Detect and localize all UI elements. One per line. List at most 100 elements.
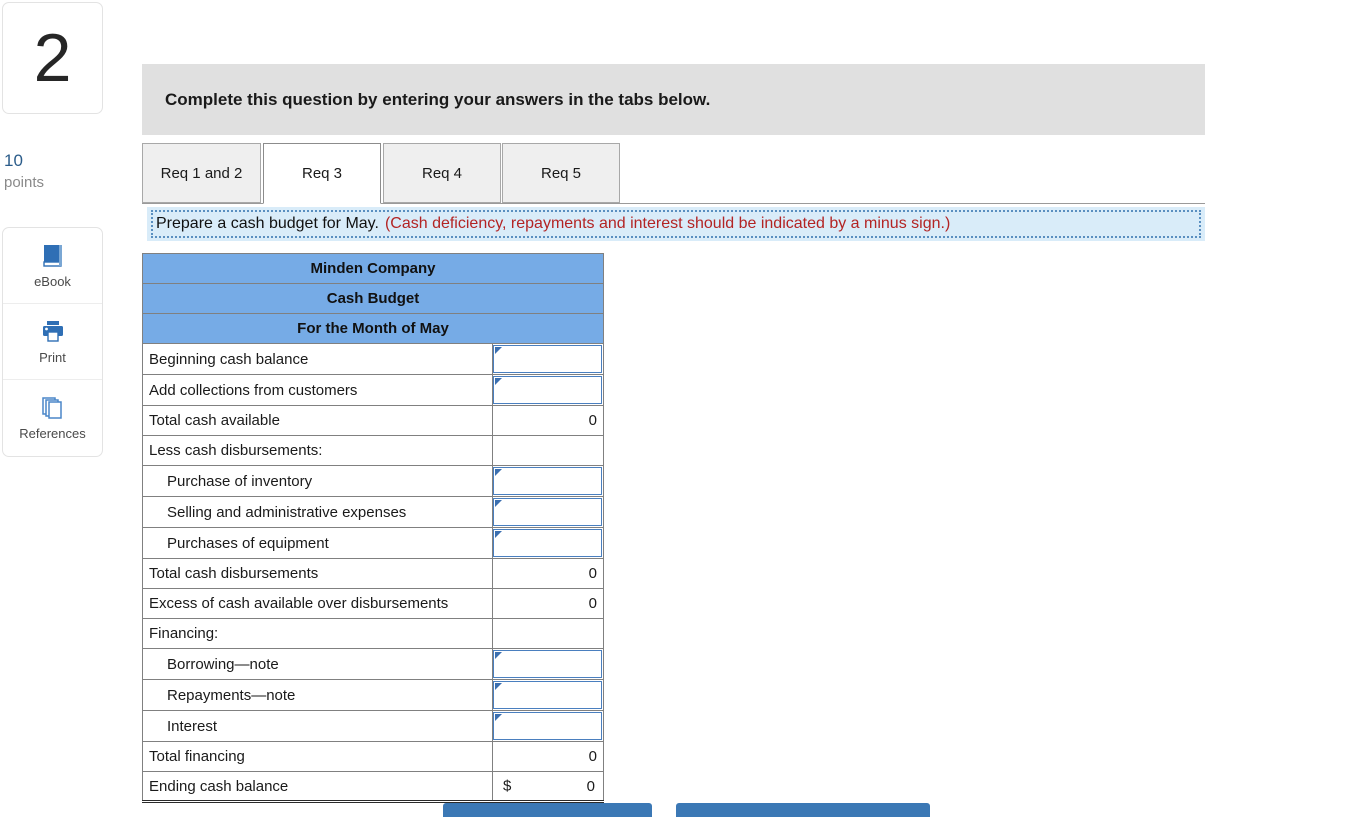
row-label: Total cash disbursements (142, 558, 493, 589)
cell-marker-icon (495, 347, 502, 354)
row-label: Repayments—note (142, 679, 493, 711)
table-row: Ending cash balance $ 0 (142, 771, 605, 803)
table-title-row: For the Month of May (141, 313, 605, 344)
table-row: Interest (142, 710, 605, 742)
row-value-cell (491, 648, 605, 680)
statement-name: Cash Budget (141, 283, 605, 314)
tab-req-5[interactable]: Req 5 (502, 143, 620, 203)
row-label: Borrowing—note (142, 648, 493, 680)
row-label: Total financing (142, 741, 493, 772)
cash-budget-body: Minden Company Cash Budget For the Month… (141, 253, 605, 803)
row-value-cell (491, 527, 605, 559)
total-cash-available-value: 0 (491, 405, 605, 436)
table-title-row: Cash Budget (141, 283, 605, 314)
excess-of-cash-value: 0 (491, 588, 605, 619)
cell-marker-icon (495, 531, 502, 538)
table-row: Total financing 0 (142, 741, 605, 772)
table-row: Total cash disbursements 0 (142, 558, 605, 589)
print-button[interactable]: Print (3, 304, 102, 381)
previous-button[interactable] (443, 803, 652, 817)
cash-budget-table: Minden Company Cash Budget For the Month… (141, 253, 605, 803)
row-value-cell (491, 618, 605, 649)
next-button[interactable] (676, 803, 930, 817)
table-row: Purchases of equipment (142, 527, 605, 559)
row-value-cell (491, 679, 605, 711)
collections-from-customers-input[interactable] (494, 377, 602, 403)
tab-req-3[interactable]: Req 3 (263, 143, 381, 204)
row-label: Beginning cash balance (142, 343, 493, 375)
question-number-box: 2 (2, 2, 103, 114)
input-wrapper (493, 498, 603, 526)
cell-marker-icon (495, 683, 502, 690)
row-value-cell (491, 343, 605, 375)
input-wrapper (493, 650, 603, 678)
cell-marker-icon (495, 714, 502, 721)
borrowing-note-input[interactable] (494, 651, 602, 677)
row-value-cell (491, 710, 605, 742)
input-wrapper (493, 681, 603, 709)
input-wrapper (493, 345, 603, 373)
ebook-button[interactable]: eBook (3, 228, 102, 305)
interest-input[interactable] (494, 713, 602, 739)
row-value-cell (491, 496, 605, 528)
tab-strip: Req 1 and 2 Req 3 Req 4 Req 5 (142, 143, 1205, 205)
table-row: Excess of cash available over disburseme… (142, 588, 605, 619)
requirement-instruction-box: Prepare a cash budget for May. (Cash def… (151, 210, 1201, 238)
row-value-cell (491, 374, 605, 406)
references-label: References (19, 426, 86, 442)
row-label: Purchase of inventory (142, 465, 493, 497)
question-number: 2 (33, 20, 72, 96)
row-label: Selling and administrative expenses (142, 496, 493, 528)
tab-req-1-and-2[interactable]: Req 1 and 2 (142, 143, 261, 203)
requirement-question: Prepare a cash budget for May. (156, 215, 379, 232)
table-row: Purchase of inventory (142, 465, 605, 497)
table-title-row: Minden Company (141, 253, 605, 284)
repayments-note-input[interactable] (494, 682, 602, 708)
tab-label: Req 5 (540, 164, 582, 182)
references-button[interactable]: References (3, 380, 102, 456)
input-wrapper (493, 467, 603, 495)
tab-req-4[interactable]: Req 4 (383, 143, 501, 203)
row-label: Add collections from customers (142, 374, 493, 406)
table-row: Financing: (142, 618, 605, 649)
ebook-icon (39, 243, 67, 269)
row-label: Financing: (142, 618, 493, 649)
purchases-of-equipment-input[interactable] (494, 530, 602, 556)
points-label: points (4, 173, 45, 191)
table-row: Add collections from customers (142, 374, 605, 406)
points-value: 10 (4, 151, 23, 170)
row-label: Excess of cash available over disburseme… (142, 588, 493, 619)
row-label: Total cash available (142, 405, 493, 436)
purchase-of-inventory-input[interactable] (494, 468, 602, 494)
requirement-note: (Cash deficiency, repayments and interes… (384, 215, 951, 232)
company-name: Minden Company (141, 253, 605, 284)
row-label: Less cash disbursements: (142, 435, 493, 466)
cell-marker-icon (495, 652, 502, 659)
cell-marker-icon (495, 500, 502, 507)
table-row: Repayments—note (142, 679, 605, 711)
tool-panel: eBook Print References (2, 227, 103, 458)
cell-marker-icon (495, 469, 502, 476)
row-value-cell (491, 465, 605, 497)
row-label: Ending cash balance (142, 771, 493, 803)
total-financing-value: 0 (491, 741, 605, 772)
currency-symbol: $ (503, 777, 512, 795)
points-display: 10 points (2, 150, 110, 193)
ending-cash-balance-value: $ 0 (491, 771, 605, 803)
ebook-label: eBook (34, 273, 71, 289)
print-label: Print (39, 349, 66, 365)
statement-period: For the Month of May (141, 313, 605, 344)
printer-icon (39, 319, 67, 345)
table-row: Less cash disbursements: (142, 435, 605, 466)
row-label: Purchases of equipment (142, 527, 493, 559)
input-wrapper (493, 712, 603, 740)
selling-admin-expenses-input[interactable] (494, 499, 602, 525)
instruction-banner: Complete this question by entering your … (142, 64, 1205, 135)
requirement-instruction-bar: Prepare a cash budget for May. (Cash def… (147, 207, 1205, 241)
table-row: Beginning cash balance (142, 343, 605, 375)
beginning-cash-balance-input[interactable] (494, 346, 602, 372)
left-rail: 2 10 points eBook Print References (0, 0, 110, 458)
ending-cash-balance-amount: 0 (586, 777, 596, 795)
references-icon (39, 395, 67, 421)
tab-label: Req 3 (301, 165, 343, 182)
